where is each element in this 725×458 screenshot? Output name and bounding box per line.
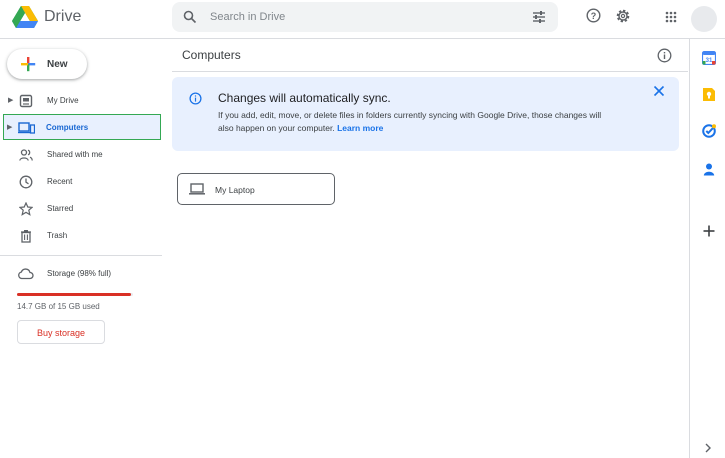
search-icon[interactable] — [183, 10, 197, 24]
sidebar-item-label: Starred — [47, 204, 74, 213]
expand-caret-icon[interactable]: ▶ — [8, 96, 13, 104]
sidebar-item-computers[interactable]: ▶ Computers — [3, 114, 161, 140]
buy-storage-button[interactable]: Buy storage — [17, 320, 105, 344]
storage-used-text: 14.7 GB of 15 GB used — [17, 302, 100, 311]
cloud-icon — [18, 268, 34, 280]
sidebar-item-shared-with-me[interactable]: Shared with me — [5, 142, 160, 168]
help-icon[interactable]: ? — [586, 8, 601, 23]
clock-icon — [19, 175, 33, 189]
app-title[interactable]: Drive — [44, 8, 81, 26]
computer-icon — [18, 122, 35, 134]
keep-icon[interactable] — [702, 87, 716, 102]
sidebar-item-trash[interactable]: Trash — [5, 223, 160, 249]
sidebar-item-label: Recent — [47, 177, 73, 186]
search-input[interactable]: Search in Drive — [210, 11, 285, 23]
sidebar-item-label: Shared with me — [47, 150, 103, 159]
sidebar-divider — [0, 255, 162, 256]
storage-progress-fill — [17, 293, 131, 296]
sidebar-item-recent[interactable]: Recent — [5, 169, 160, 195]
new-button-label: New — [47, 59, 68, 70]
info-icon — [189, 92, 202, 105]
banner-body-text: If you add, edit, move, or delete files … — [218, 110, 602, 133]
learn-more-link[interactable]: Learn more — [337, 123, 383, 133]
new-button[interactable]: New — [7, 49, 87, 79]
storage-label: Storage (98% full) — [47, 269, 112, 278]
sidebar-item-starred[interactable]: Starred — [5, 196, 160, 222]
sidebar-item-storage[interactable]: Storage (98% full) — [17, 266, 157, 282]
tune-icon[interactable] — [532, 10, 546, 24]
calendar-icon[interactable]: 31 — [702, 51, 716, 65]
sidebar-item-label: Trash — [47, 231, 68, 240]
sync-info-banner: Changes will automatically sync. If you … — [172, 77, 679, 151]
sidebar-item-label: My Drive — [47, 96, 79, 105]
add-icon[interactable] — [702, 224, 716, 238]
people-icon — [19, 149, 33, 161]
tasks-icon[interactable] — [702, 124, 716, 138]
settings-icon[interactable] — [615, 8, 631, 24]
star-icon — [19, 202, 33, 216]
header-divider — [172, 71, 688, 72]
top-bar: Drive Search in Drive ? — [0, 0, 725, 39]
search-box[interactable]: Search in Drive — [172, 2, 558, 32]
expand-caret-icon[interactable]: ▶ — [7, 123, 12, 131]
sidebar-item-label: Computers — [46, 123, 89, 132]
apps-icon[interactable] — [665, 11, 677, 23]
svg-text:?: ? — [591, 11, 597, 21]
trash-icon — [21, 230, 31, 243]
computer-label: My Laptop — [215, 185, 255, 195]
info-icon[interactable] — [657, 48, 672, 63]
side-panel-rail: 31 — [689, 39, 725, 458]
banner-body: If you add, edit, move, or delete files … — [218, 109, 608, 135]
svg-text:31: 31 — [706, 58, 713, 64]
laptop-icon — [189, 183, 205, 195]
buy-storage-label: Buy storage — [36, 328, 86, 338]
contacts-icon[interactable] — [702, 162, 716, 176]
page-title: Computers — [182, 48, 241, 62]
plus-icon — [21, 57, 36, 72]
drive-logo-icon[interactable] — [12, 6, 38, 28]
close-icon[interactable] — [653, 85, 665, 97]
avatar[interactable] — [691, 6, 717, 32]
storage-progress-bar — [17, 293, 133, 296]
computer-item-my-laptop[interactable]: My Laptop — [177, 173, 335, 205]
sidebar-item-my-drive[interactable]: ▶ My Drive — [5, 88, 160, 114]
banner-title: Changes will automatically sync. — [218, 91, 391, 105]
my-drive-icon — [19, 94, 33, 108]
chevron-right-icon[interactable] — [704, 443, 712, 453]
